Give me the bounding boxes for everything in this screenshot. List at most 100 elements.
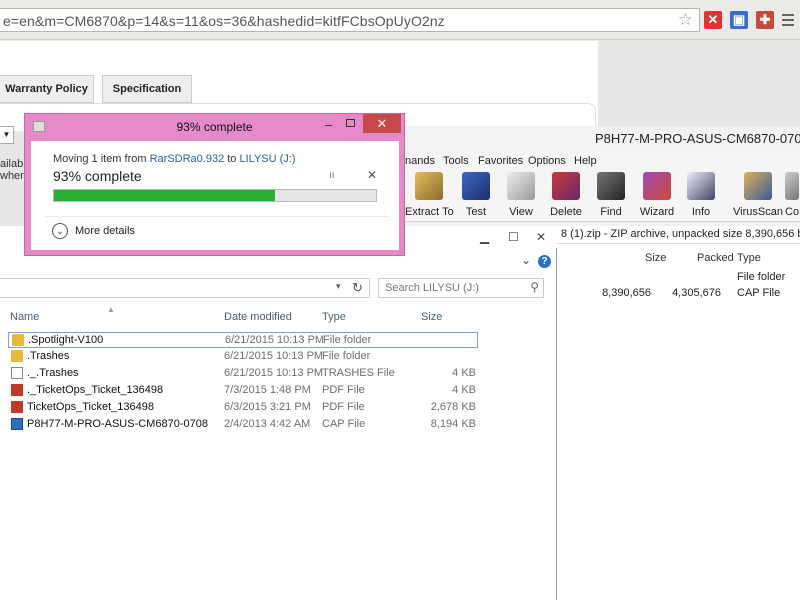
chevron-down-icon[interactable]: ⌄ [52, 223, 68, 239]
folder-icon [11, 350, 23, 362]
test-icon [462, 172, 490, 200]
folder-icon [12, 334, 24, 346]
extract-to-icon [415, 172, 443, 200]
column-type[interactable]: Type [322, 311, 346, 323]
extract-to-button[interactable]: Extract To [405, 172, 454, 218]
file-row[interactable]: TicketOps_Ticket_136498 6/3/2015 3:21 PM P… [8, 400, 478, 416]
file-size: 8,194 KB [430, 418, 476, 430]
column-size[interactable]: Size [645, 252, 666, 264]
archive-row[interactable]: File folder [557, 270, 800, 286]
archive-info-bar: 8 (1).zip - ZIP archive, unpacked size 8… [557, 226, 800, 244]
chevron-down-icon[interactable]: ▾ [336, 281, 341, 292]
maximize-icon[interactable] [346, 119, 355, 127]
test-button[interactable]: Test [452, 172, 500, 218]
file-date: 2/4/2013 4:42 AM [224, 418, 311, 430]
help-icon[interactable]: ? [538, 255, 551, 268]
file-type: File folder [322, 350, 371, 362]
archive-row-size: 8,390,656 [602, 287, 651, 299]
address-bar[interactable]: e=en&m=CM6870&p=14&s=11&os=36&hashedid=k… [0, 8, 700, 32]
view-button[interactable]: View [497, 172, 545, 218]
moving-status-text: Moving 1 item from RarSDRa0.932 to LILYS… [53, 153, 296, 165]
delete-label: Delete [550, 206, 582, 218]
file-row[interactable]: P8H77-M-PRO-ASUS-CM6870-0708 2/4/2013 4:4… [8, 417, 478, 433]
file-date: 6/21/2015 10:13 PM [225, 334, 325, 346]
file-name: P8H77-M-PRO-ASUS-CM6870-0708 [27, 418, 208, 430]
maximize-icon[interactable]: ☐ [508, 230, 519, 244]
moving-prefix: Moving 1 item from [53, 153, 150, 165]
percent-complete-text: 93% complete [53, 168, 142, 184]
archive-row[interactable]: 8,390,656 4,305,676 CAP File [557, 286, 800, 302]
file-name: ._TicketOps_Ticket_136498 [27, 384, 164, 396]
menu-icon[interactable] [782, 11, 794, 29]
wizard-button[interactable]: Wizard [633, 172, 681, 218]
destination-link[interactable]: LILYSU (J:) [239, 153, 295, 165]
virusscan-button[interactable]: VirusScan [733, 172, 783, 218]
progress-bar [53, 189, 377, 202]
refresh-icon[interactable]: ↻ [352, 280, 363, 296]
find-label: Find [600, 206, 622, 218]
file-row[interactable]: ._.Trashes 6/21/2015 10:13 PM TRASHES File… [8, 366, 478, 382]
archive-row-type: CAP File [737, 287, 781, 299]
menu-tools[interactable]: Tools [443, 155, 469, 167]
bookmark-star-icon[interactable]: ☆ [678, 10, 693, 30]
copy-progress-dialog: 93% complete – ✕ Moving 1 item from RarS… [24, 113, 405, 256]
puzzle-extension-icon[interactable]: ✚ [756, 11, 774, 29]
search-placeholder: Search LILYSU (J:) [385, 282, 479, 294]
minimize-icon[interactable]: ▁ [480, 230, 489, 244]
menu-favorites[interactable]: Favorites [478, 155, 523, 167]
chevron-down-icon[interactable]: ⌄ [521, 253, 531, 267]
info-button[interactable]: Info [677, 172, 725, 218]
address-bar-url[interactable]: e=en&m=CM6870&p=14&s=11&os=36&hashedid=k… [3, 13, 445, 29]
menu-help[interactable]: Help [574, 155, 597, 167]
file-date: 6/21/2015 10:13 PM [224, 350, 324, 362]
view-label: View [509, 206, 533, 218]
close-icon[interactable]: ✕ [536, 230, 546, 244]
tab-warranty-policy[interactable]: Warranty Policy [0, 75, 94, 103]
explorer-address-bar[interactable]: ▾ ↻ [0, 278, 370, 298]
explorer-search-box[interactable]: Search LILYSU (J:) ⚲ [378, 278, 544, 298]
comment-label: Co [785, 206, 800, 218]
menu-options[interactable]: Options [528, 155, 566, 167]
file-row[interactable]: .Spotlight-V100 6/21/2015 10:13 PM File fo… [8, 332, 478, 348]
file-size: 4 KB [452, 367, 476, 379]
blue-extension-icon[interactable]: ▣ [730, 11, 748, 29]
red-extension-icon[interactable]: ✕ [704, 11, 722, 29]
page-dropdown[interactable]: ▼ [0, 126, 14, 144]
delete-button[interactable]: Delete [542, 172, 590, 218]
file-list-header: ▲ Name Date modified Type Size [0, 305, 557, 328]
file-type: CAP File [322, 418, 366, 430]
pause-icon[interactable]: ıı [329, 170, 335, 181]
column-name[interactable]: Name [10, 311, 39, 323]
archive-list-header: Size Packed Type [557, 250, 800, 268]
more-details-link[interactable]: More details [75, 225, 135, 237]
find-button[interactable]: Find [587, 172, 635, 218]
file-row[interactable]: ._TicketOps_Ticket_136498 7/3/2015 1:48 P… [8, 383, 478, 399]
virusscan-icon [744, 172, 772, 200]
column-size[interactable]: Size [421, 311, 442, 323]
file-size: 2,678 KB [430, 401, 476, 413]
info-label: Info [691, 206, 711, 218]
tab-specification[interactable]: Specification [102, 75, 192, 103]
column-packed[interactable]: Packed [697, 252, 734, 264]
archive-file-list[interactable]: Size Packed Type File folder 8,390,656 4,… [557, 244, 800, 600]
comment-button[interactable]: Co [785, 172, 800, 218]
delete-icon [552, 172, 580, 200]
column-date-modified[interactable]: Date modified [224, 311, 292, 323]
pdf-file-icon [11, 384, 23, 396]
menu-commands[interactable]: nands [405, 155, 435, 167]
file-row[interactable]: .Trashes 6/21/2015 10:13 PM File folder [8, 349, 478, 365]
minimize-icon[interactable]: – [325, 117, 332, 132]
column-type[interactable]: Type [737, 252, 761, 264]
source-link[interactable]: RarSDRa0.932 [150, 153, 225, 165]
close-button[interactable]: ✕ [363, 114, 401, 133]
file-date: 6/3/2015 3:21 PM [224, 401, 311, 413]
dialog-titlebar[interactable]: 93% complete – ✕ [25, 114, 404, 141]
to-word: to [224, 153, 240, 165]
file-date: 6/21/2015 10:13 PM [224, 367, 324, 379]
cancel-icon[interactable]: ✕ [367, 168, 377, 182]
wizard-label: Wizard [639, 206, 675, 218]
search-icon[interactable]: ⚲ [530, 280, 539, 294]
file-name: .Spotlight-V100 [28, 334, 104, 346]
progress-bar-fill [54, 190, 276, 201]
divider [45, 216, 389, 217]
